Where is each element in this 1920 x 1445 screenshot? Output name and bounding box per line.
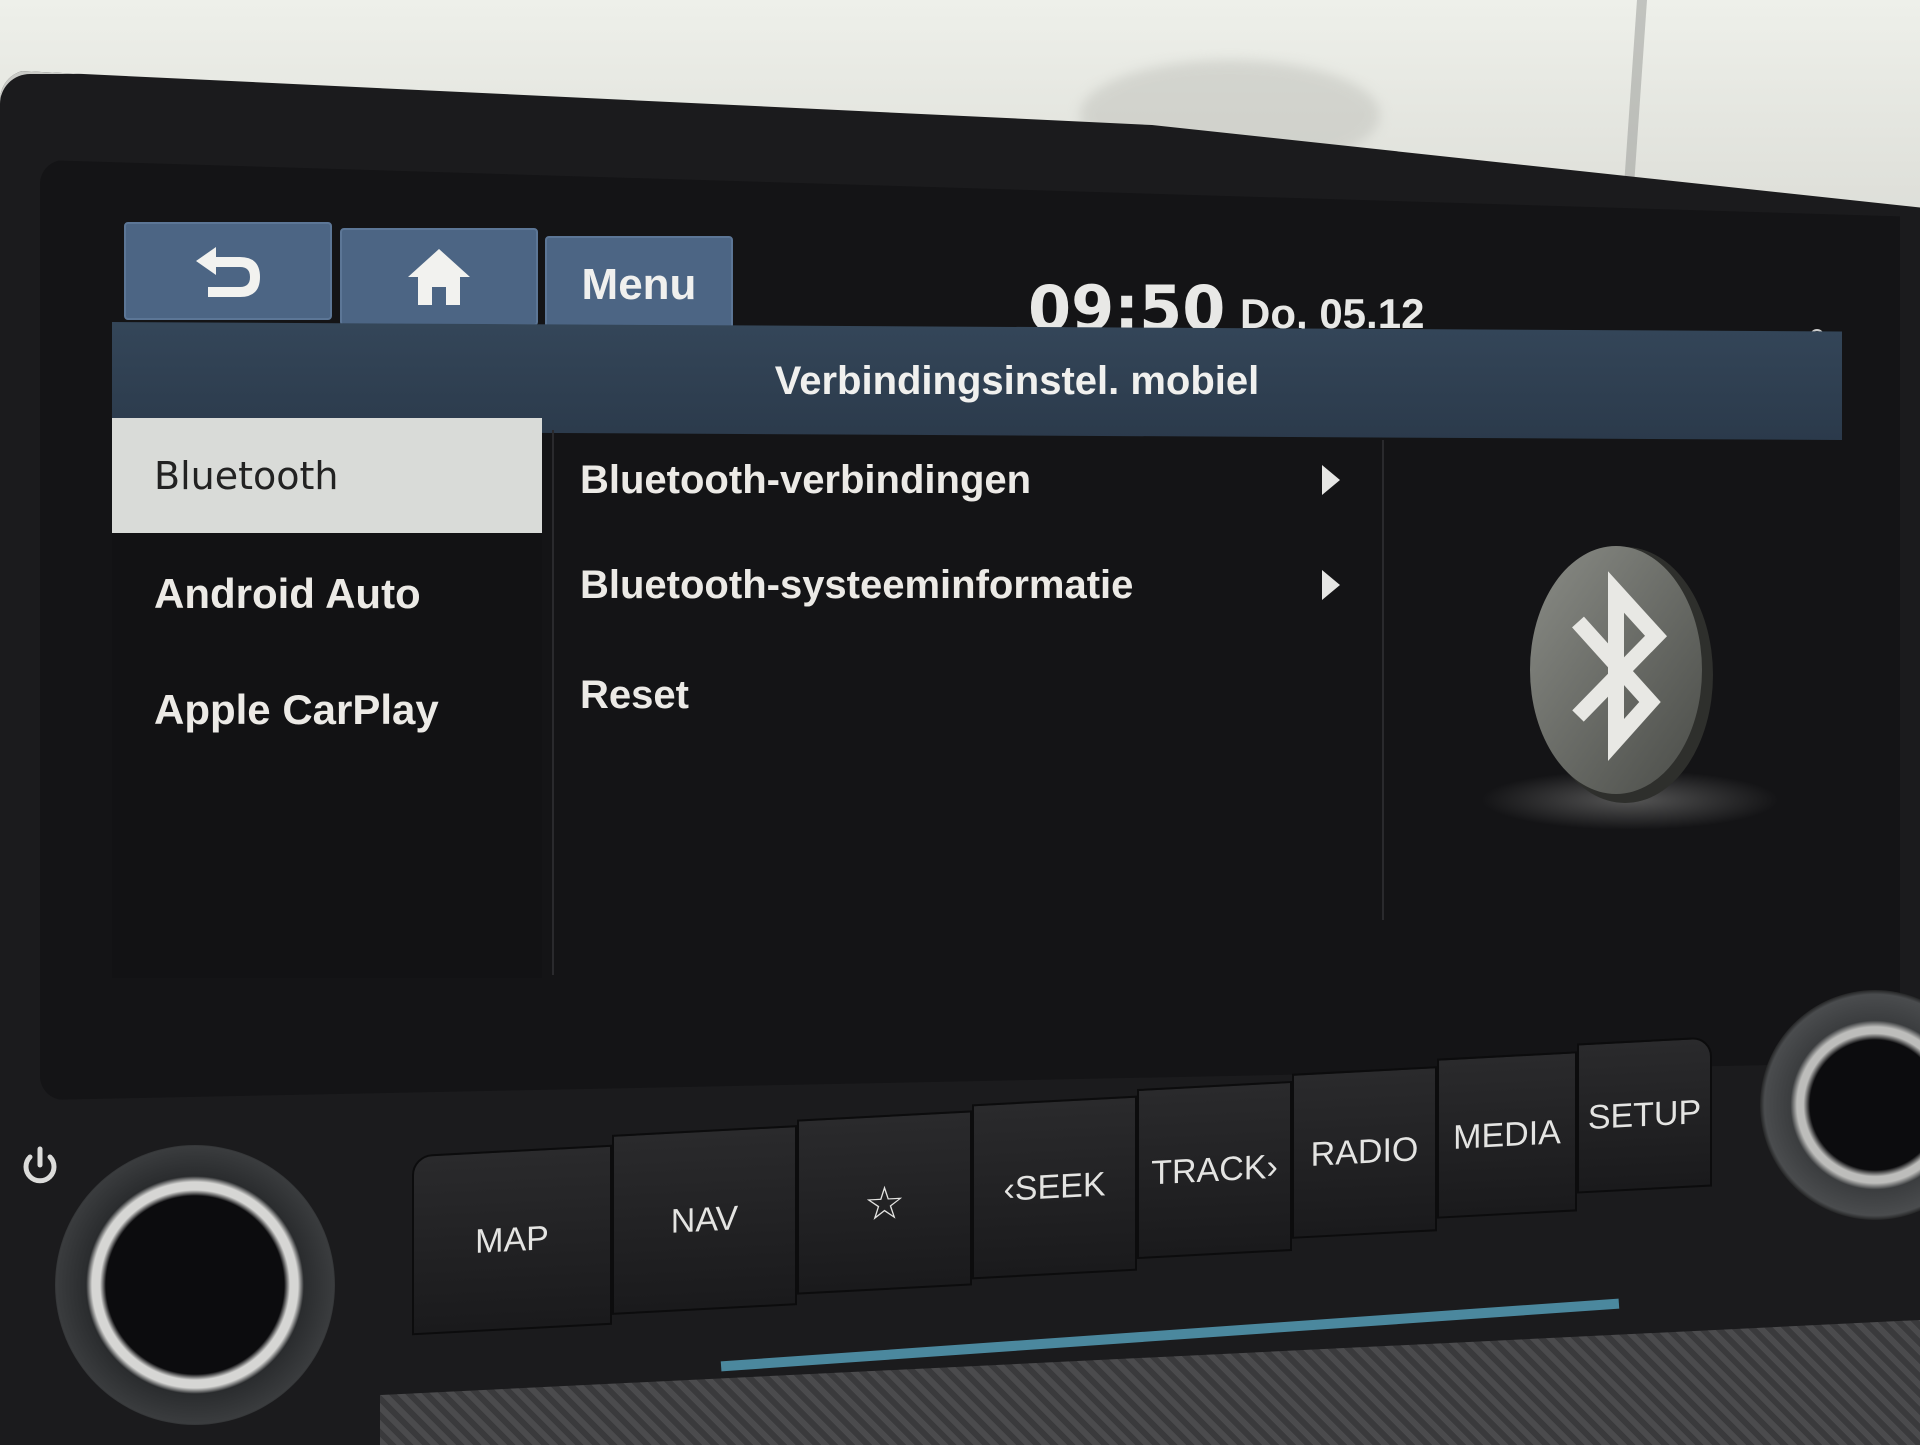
divider bbox=[552, 430, 554, 975]
chevron-right-icon bbox=[1322, 465, 1340, 495]
power-button[interactable] bbox=[18, 1145, 62, 1189]
option-bluetooth-connections[interactable]: Bluetooth-verbindingen bbox=[580, 430, 1350, 530]
left-menu-item-bluetooth[interactable]: Bluetooth bbox=[112, 418, 542, 533]
hw-button-favorite[interactable]: ☆ bbox=[797, 1110, 972, 1295]
home-icon bbox=[408, 249, 470, 305]
menu-button[interactable]: Menu bbox=[545, 236, 733, 334]
back-arrow-icon bbox=[196, 247, 260, 297]
hw-button-map[interactable]: MAP bbox=[412, 1144, 612, 1336]
divider bbox=[1382, 440, 1384, 920]
left-menu-item-android-auto[interactable]: Android Auto bbox=[112, 536, 542, 651]
option-reset[interactable]: Reset bbox=[580, 645, 1350, 745]
hw-button-nav[interactable]: NAV bbox=[612, 1125, 797, 1315]
back-button[interactable] bbox=[124, 222, 332, 320]
hw-button-seek[interactable]: ‹SEEK bbox=[972, 1095, 1137, 1280]
option-label: Bluetooth-verbindingen bbox=[580, 457, 1032, 502]
home-button[interactable] bbox=[340, 228, 538, 326]
volume-knob[interactable] bbox=[55, 1145, 335, 1425]
option-bluetooth-system-info[interactable]: Bluetooth-systeeminformatie bbox=[580, 535, 1350, 635]
chevron-right-icon bbox=[1322, 570, 1340, 600]
bluetooth-logo-icon bbox=[1520, 540, 1720, 810]
power-icon bbox=[23, 1146, 57, 1184]
hw-button-radio[interactable]: RADIO bbox=[1292, 1066, 1437, 1239]
left-menu: Bluetooth Android Auto Apple CarPlay bbox=[112, 418, 542, 978]
hw-button-track[interactable]: TRACK› bbox=[1137, 1080, 1292, 1260]
left-menu-item-apple-carplay[interactable]: Apple CarPlay bbox=[112, 652, 542, 767]
star-icon: ☆ bbox=[863, 1175, 906, 1230]
hw-button-media[interactable]: MEDIA bbox=[1437, 1051, 1577, 1219]
page-title: Verbindingsinstel. mobiel bbox=[774, 358, 1260, 403]
option-label: Bluetooth-systeeminformatie bbox=[580, 562, 1134, 607]
option-label: Reset bbox=[580, 672, 689, 717]
hw-button-setup[interactable]: SETUP bbox=[1577, 1036, 1712, 1194]
